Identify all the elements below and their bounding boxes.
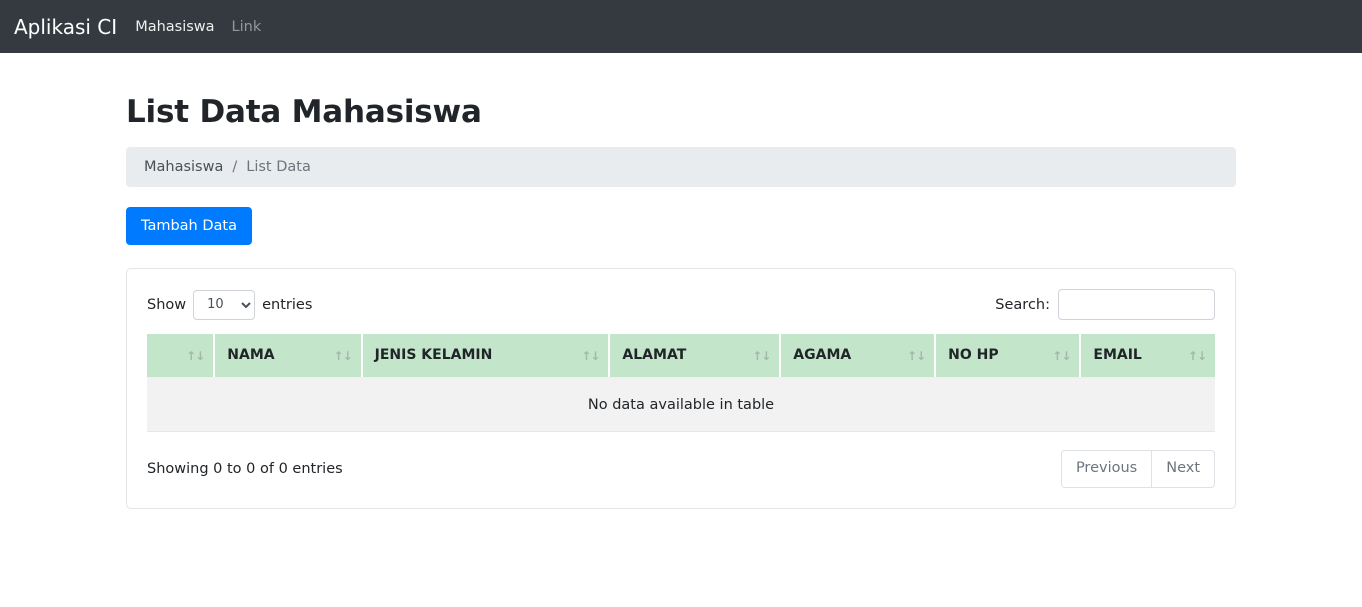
table-body: No data available in table (147, 378, 1215, 433)
breadcrumb: Mahasiswa / List Data (126, 147, 1236, 187)
sort-icon: ↑↓ (1187, 348, 1207, 363)
nav-link-mahasiswa[interactable]: Mahasiswa (135, 19, 214, 35)
sort-icon: ↑↓ (752, 348, 771, 363)
pagination: Previous Next (1060, 450, 1215, 488)
add-data-button[interactable]: Tambah Data (126, 207, 252, 246)
page-container: List Data Mahasiswa Mahasiswa / List Dat… (126, 53, 1236, 509)
sort-icon: ↑↓ (333, 348, 353, 363)
empty-message: No data available in table (147, 378, 1215, 433)
column-header-no-hp[interactable]: NO HP ↑↓ (935, 334, 1082, 380)
navbar-links: Mahasiswa Link (135, 19, 261, 35)
top-navbar: Aplikasi CI Mahasiswa Link (0, 0, 1362, 53)
column-label: NAMA (227, 347, 275, 364)
column-header-alamat[interactable]: ALAMAT ↑↓ (609, 334, 782, 380)
datatable-footer: Showing 0 to 0 of 0 entries Previous Nex… (147, 450, 1215, 488)
sort-icon: ↑↓ (186, 348, 205, 363)
page-length-select[interactable]: 10 25 50 100 (193, 289, 256, 320)
column-header-email[interactable]: EMAIL ↑↓ (1080, 334, 1215, 380)
column-header-blank[interactable]: ↑↓ (147, 334, 216, 380)
column-label: ALAMAT (622, 347, 687, 364)
pagination-previous-button[interactable]: Previous (1060, 450, 1152, 488)
column-header-agama[interactable]: AGAMA ↑↓ (780, 334, 937, 380)
entries-label: entries (262, 296, 313, 313)
breadcrumb-item-mahasiswa[interactable]: Mahasiswa (144, 159, 223, 175)
column-header-jenis-kelamin[interactable]: JENIS KELAMIN ↑↓ (361, 334, 611, 380)
sort-icon: ↑↓ (581, 348, 600, 363)
table-head: ↑↓ NAMA ↑↓ JENIS KELAMIN ↑↓ ALAMAT ↑↓ AG… (147, 334, 1215, 380)
sort-icon: ↑↓ (907, 348, 926, 363)
column-header-nama[interactable]: NAMA ↑↓ (214, 334, 363, 380)
datatable-controls: Show 10 25 50 100 entries Search: (147, 289, 1215, 321)
column-label: EMAIL (1093, 347, 1142, 364)
pagination-next-button[interactable]: Next (1151, 450, 1215, 488)
table-header-row: ↑↓ NAMA ↑↓ JENIS KELAMIN ↑↓ ALAMAT ↑↓ AG… (147, 334, 1215, 380)
search-input[interactable] (1058, 289, 1215, 321)
nav-link-link[interactable]: Link (232, 19, 262, 35)
breadcrumb-item-current: List Data (246, 159, 311, 175)
navbar-brand[interactable]: Aplikasi CI (14, 17, 117, 37)
search-control: Search: (995, 289, 1215, 321)
column-label: NO HP (948, 347, 999, 364)
column-label: AGAMA (793, 347, 852, 364)
show-label: Show (147, 296, 187, 313)
search-label: Search: (995, 296, 1050, 313)
breadcrumb-separator: / (232, 159, 238, 175)
page-length-control: Show 10 25 50 100 entries (147, 289, 313, 320)
table-info: Showing 0 to 0 of 0 entries (147, 461, 343, 478)
sort-icon: ↑↓ (1052, 348, 1071, 363)
mahasiswa-table: ↑↓ NAMA ↑↓ JENIS KELAMIN ↑↓ ALAMAT ↑↓ AG… (147, 334, 1215, 433)
datatable-card: Show 10 25 50 100 entries Search: (126, 268, 1236, 509)
page-title: List Data Mahasiswa (126, 94, 482, 130)
table-empty-row: No data available in table (147, 378, 1215, 433)
column-label: JENIS KELAMIN (374, 347, 493, 364)
